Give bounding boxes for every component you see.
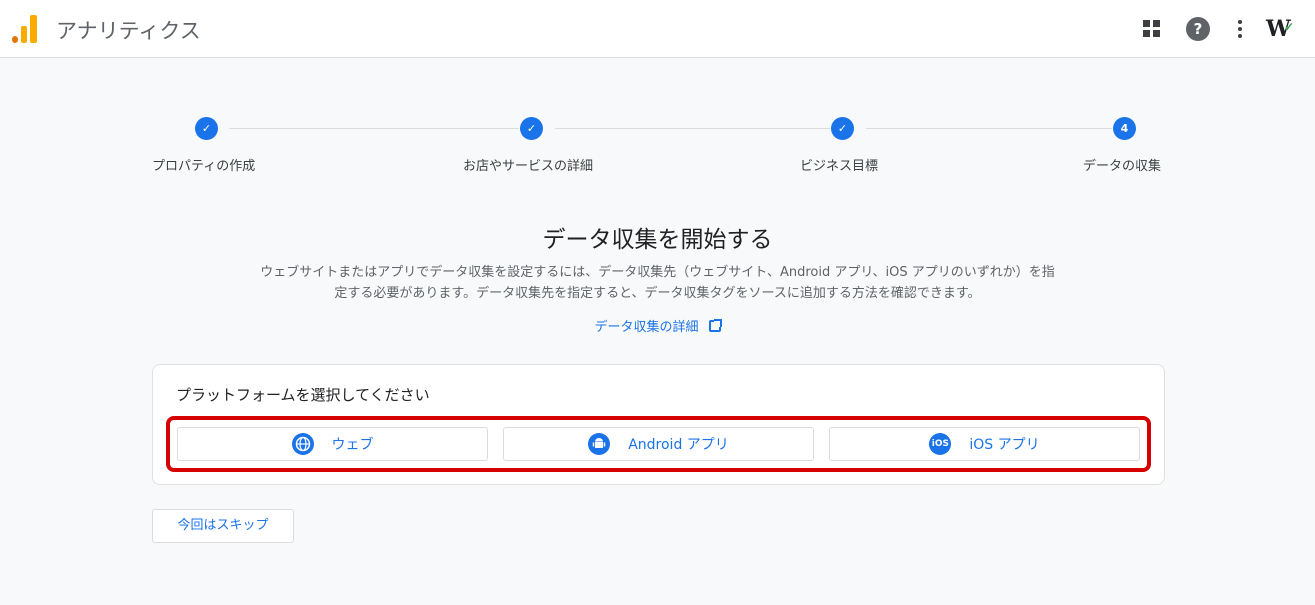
web-platform-label: ウェブ [331,437,374,453]
top-app-bar: アナリティクス ? W ✓ [0,0,1315,58]
apps-grid-icon[interactable] [1140,17,1164,41]
account-icon[interactable]: W ✓ [1266,17,1294,41]
page-title: データ収集を開始する [542,227,773,253]
stepper-connector [866,128,1112,129]
stepper-connector [229,128,519,129]
learn-more-link[interactable]: データ収集の詳細 [0,316,1315,335]
android-platform-button[interactable]: Android アプリ [503,427,814,461]
step-3-check-icon: ✓ [831,117,854,140]
step-label-business-objectives: ビジネス目標 [800,159,879,174]
page-description: ウェブサイトまたはアプリでデータ収集を設定するには、データ収集先（ウェブサイト、… [260,265,1055,301]
skip-button[interactable]: 今回はスキップ [152,509,294,543]
step-4-number: 4 [1113,117,1136,140]
open-in-new-icon [708,319,722,332]
step-label-create-property: プロパティの作成 [152,159,256,174]
step-1-check-icon: ✓ [195,117,218,140]
step-label-data-collection: データの収集 [1083,159,1162,174]
android-icon [588,433,611,455]
stepper-connector [555,128,830,129]
platform-select-card: プラットフォームを選択してください ウェブ Android アプリ iOS iO… [152,364,1165,485]
ios-platform-label: iOS アプリ [969,437,1040,453]
ios-icon: iOS [929,433,952,455]
globe-icon [291,433,314,455]
help-icon[interactable]: ? [1186,17,1210,41]
step-label-business-details: お店やサービスの詳細 [463,159,594,174]
more-vert-icon[interactable] [1228,17,1252,41]
step-2-check-icon: ✓ [520,117,543,140]
app-title: アナリティクス [56,19,201,43]
ios-platform-button[interactable]: iOS iOS アプリ [829,427,1140,461]
android-platform-label: Android アプリ [628,437,729,453]
card-title: プラットフォームを選択してください [176,386,430,404]
web-platform-button[interactable]: ウェブ [177,427,488,461]
analytics-logo-icon[interactable] [12,15,38,43]
learn-more-label: データ収集の詳細 [594,320,699,335]
